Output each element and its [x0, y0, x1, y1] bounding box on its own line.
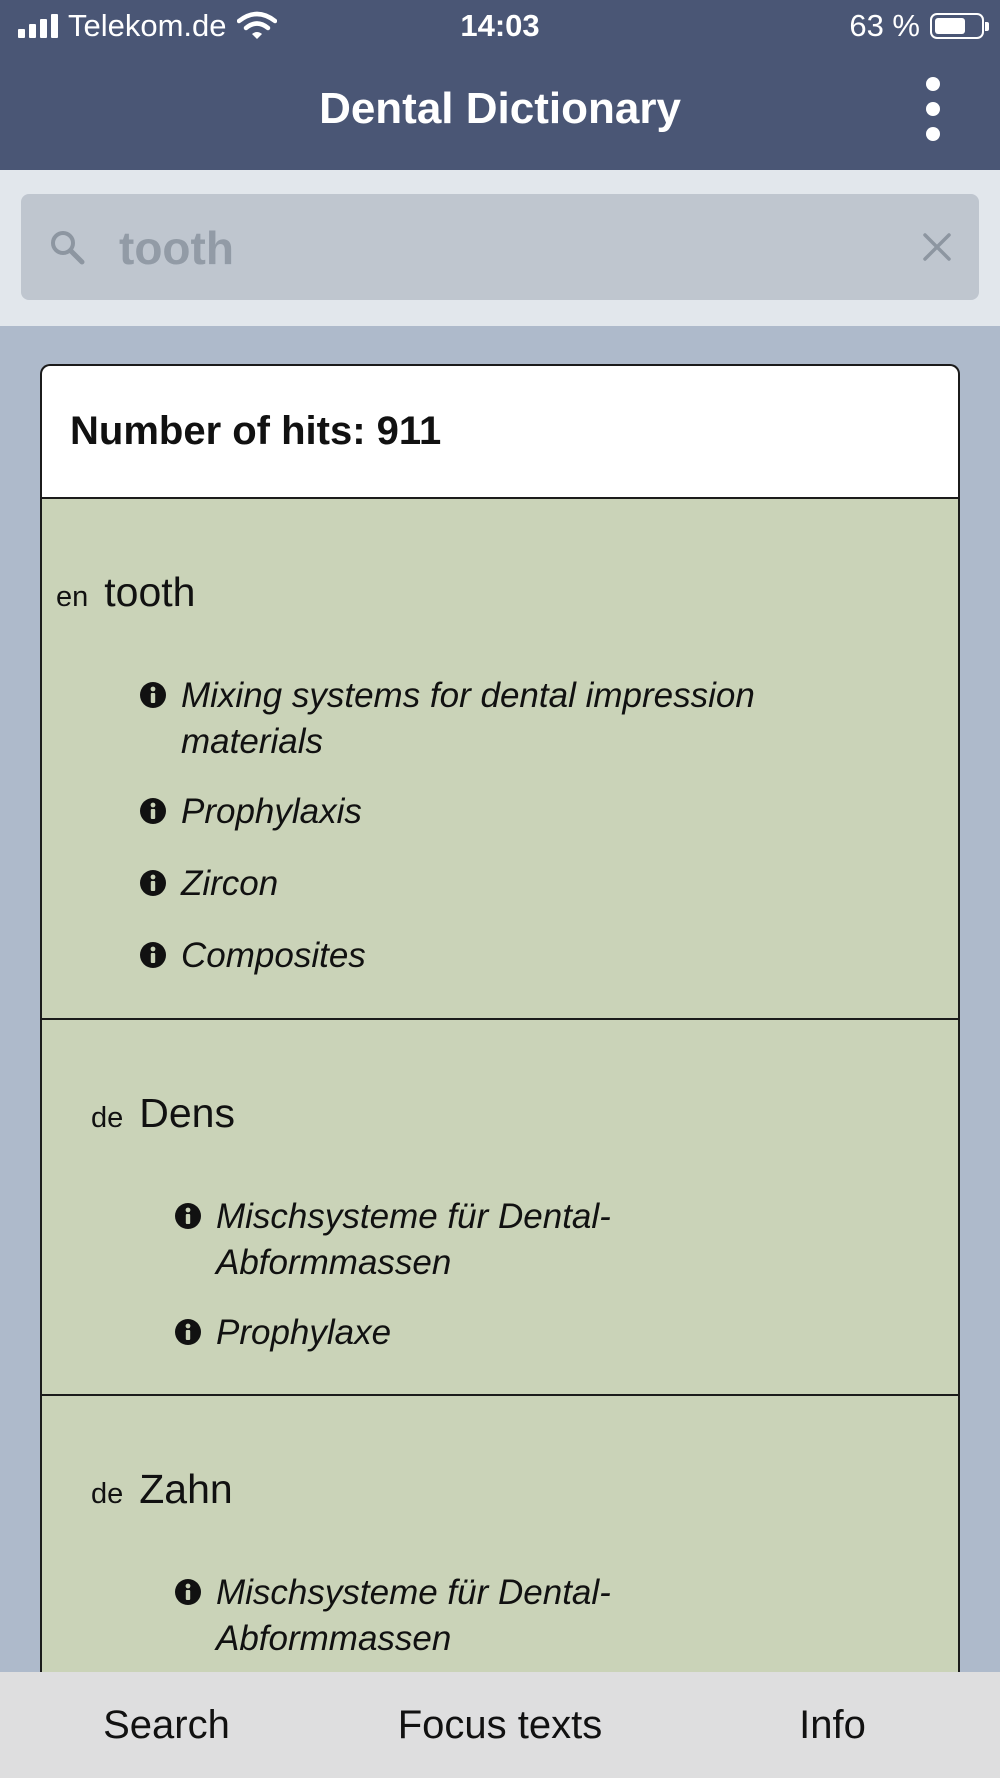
reference-text: Prophylaxis: [181, 792, 362, 831]
battery-percent: 63 %: [849, 8, 920, 43]
reference-text: Mixing systems for dental impression mat…: [181, 676, 755, 761]
reference-text: Mischsysteme für Dental-Abformmassen: [216, 1573, 611, 1658]
entry-head: de Dens: [91, 1090, 235, 1137]
info-icon: [140, 870, 166, 896]
reference-item[interactable]: Prophylaxe: [174, 1310, 694, 1356]
result-entry[interactable]: en tooth Mixing systems for dental impre…: [42, 499, 958, 1020]
tab-info[interactable]: Info: [760, 1672, 905, 1778]
search-box[interactable]: [21, 194, 979, 300]
entry-head: en tooth: [56, 569, 195, 616]
reference-text: Mischsysteme für Dental-Abformmassen: [216, 1197, 611, 1282]
search-icon: [51, 231, 85, 265]
entry-head: de Zahn: [91, 1466, 233, 1513]
battery-icon: [930, 13, 989, 39]
reference-item[interactable]: Prophylaxis: [139, 789, 899, 835]
hits-text: Number of hits: 911: [70, 409, 441, 454]
entry-term: tooth: [104, 569, 196, 615]
info-icon: [140, 682, 166, 708]
info-icon: [175, 1319, 201, 1345]
entry-term: Zahn: [139, 1466, 233, 1512]
reference-item[interactable]: Mixing systems for dental impression mat…: [139, 673, 899, 765]
status-bar: Telekom.de 14:03 63 %: [0, 0, 1000, 52]
entry-term: Dens: [139, 1090, 235, 1136]
info-icon: [140, 798, 166, 824]
language-code: de: [91, 1478, 124, 1510]
language-code: en: [56, 581, 89, 613]
reference-item[interactable]: Composites: [139, 933, 899, 979]
reference-item[interactable]: Zircon: [139, 861, 899, 907]
info-icon: [140, 942, 166, 968]
status-right: 63 %: [849, 8, 989, 44]
tab-search[interactable]: Search: [60, 1672, 273, 1778]
app-title: Dental Dictionary: [319, 84, 681, 133]
hits-label: Number of hits:: [70, 409, 366, 453]
hits-header: Number of hits: 911: [42, 366, 958, 499]
info-icon: [175, 1579, 201, 1605]
search-input[interactable]: [117, 217, 901, 279]
hits-count: 911: [376, 409, 442, 453]
tab-bar: Search Focus texts Info: [0, 1672, 1000, 1778]
reference-text: Composites: [181, 936, 366, 975]
language-code: de: [91, 1102, 124, 1134]
reference-text: Zircon: [181, 864, 279, 903]
results-card: Number of hits: 911 en tooth Mixing syste…: [40, 364, 960, 1778]
info-icon: [175, 1203, 201, 1229]
tab-focus-texts[interactable]: Focus texts: [370, 1672, 630, 1778]
reference-item[interactable]: Mischsysteme für Dental-Abformmassen: [174, 1194, 694, 1286]
reference-item[interactable]: Mischsysteme für Dental-Abformmassen: [174, 1570, 694, 1662]
reference-text: Prophylaxe: [216, 1313, 392, 1352]
result-entry[interactable]: de Dens Mischsysteme für Dental-Abformma…: [42, 1020, 958, 1396]
app-bar: Dental Dictionary: [0, 52, 1000, 170]
more-vertical-icon[interactable]: [908, 77, 958, 141]
search-area: [0, 170, 1000, 326]
close-icon[interactable]: [919, 229, 955, 265]
